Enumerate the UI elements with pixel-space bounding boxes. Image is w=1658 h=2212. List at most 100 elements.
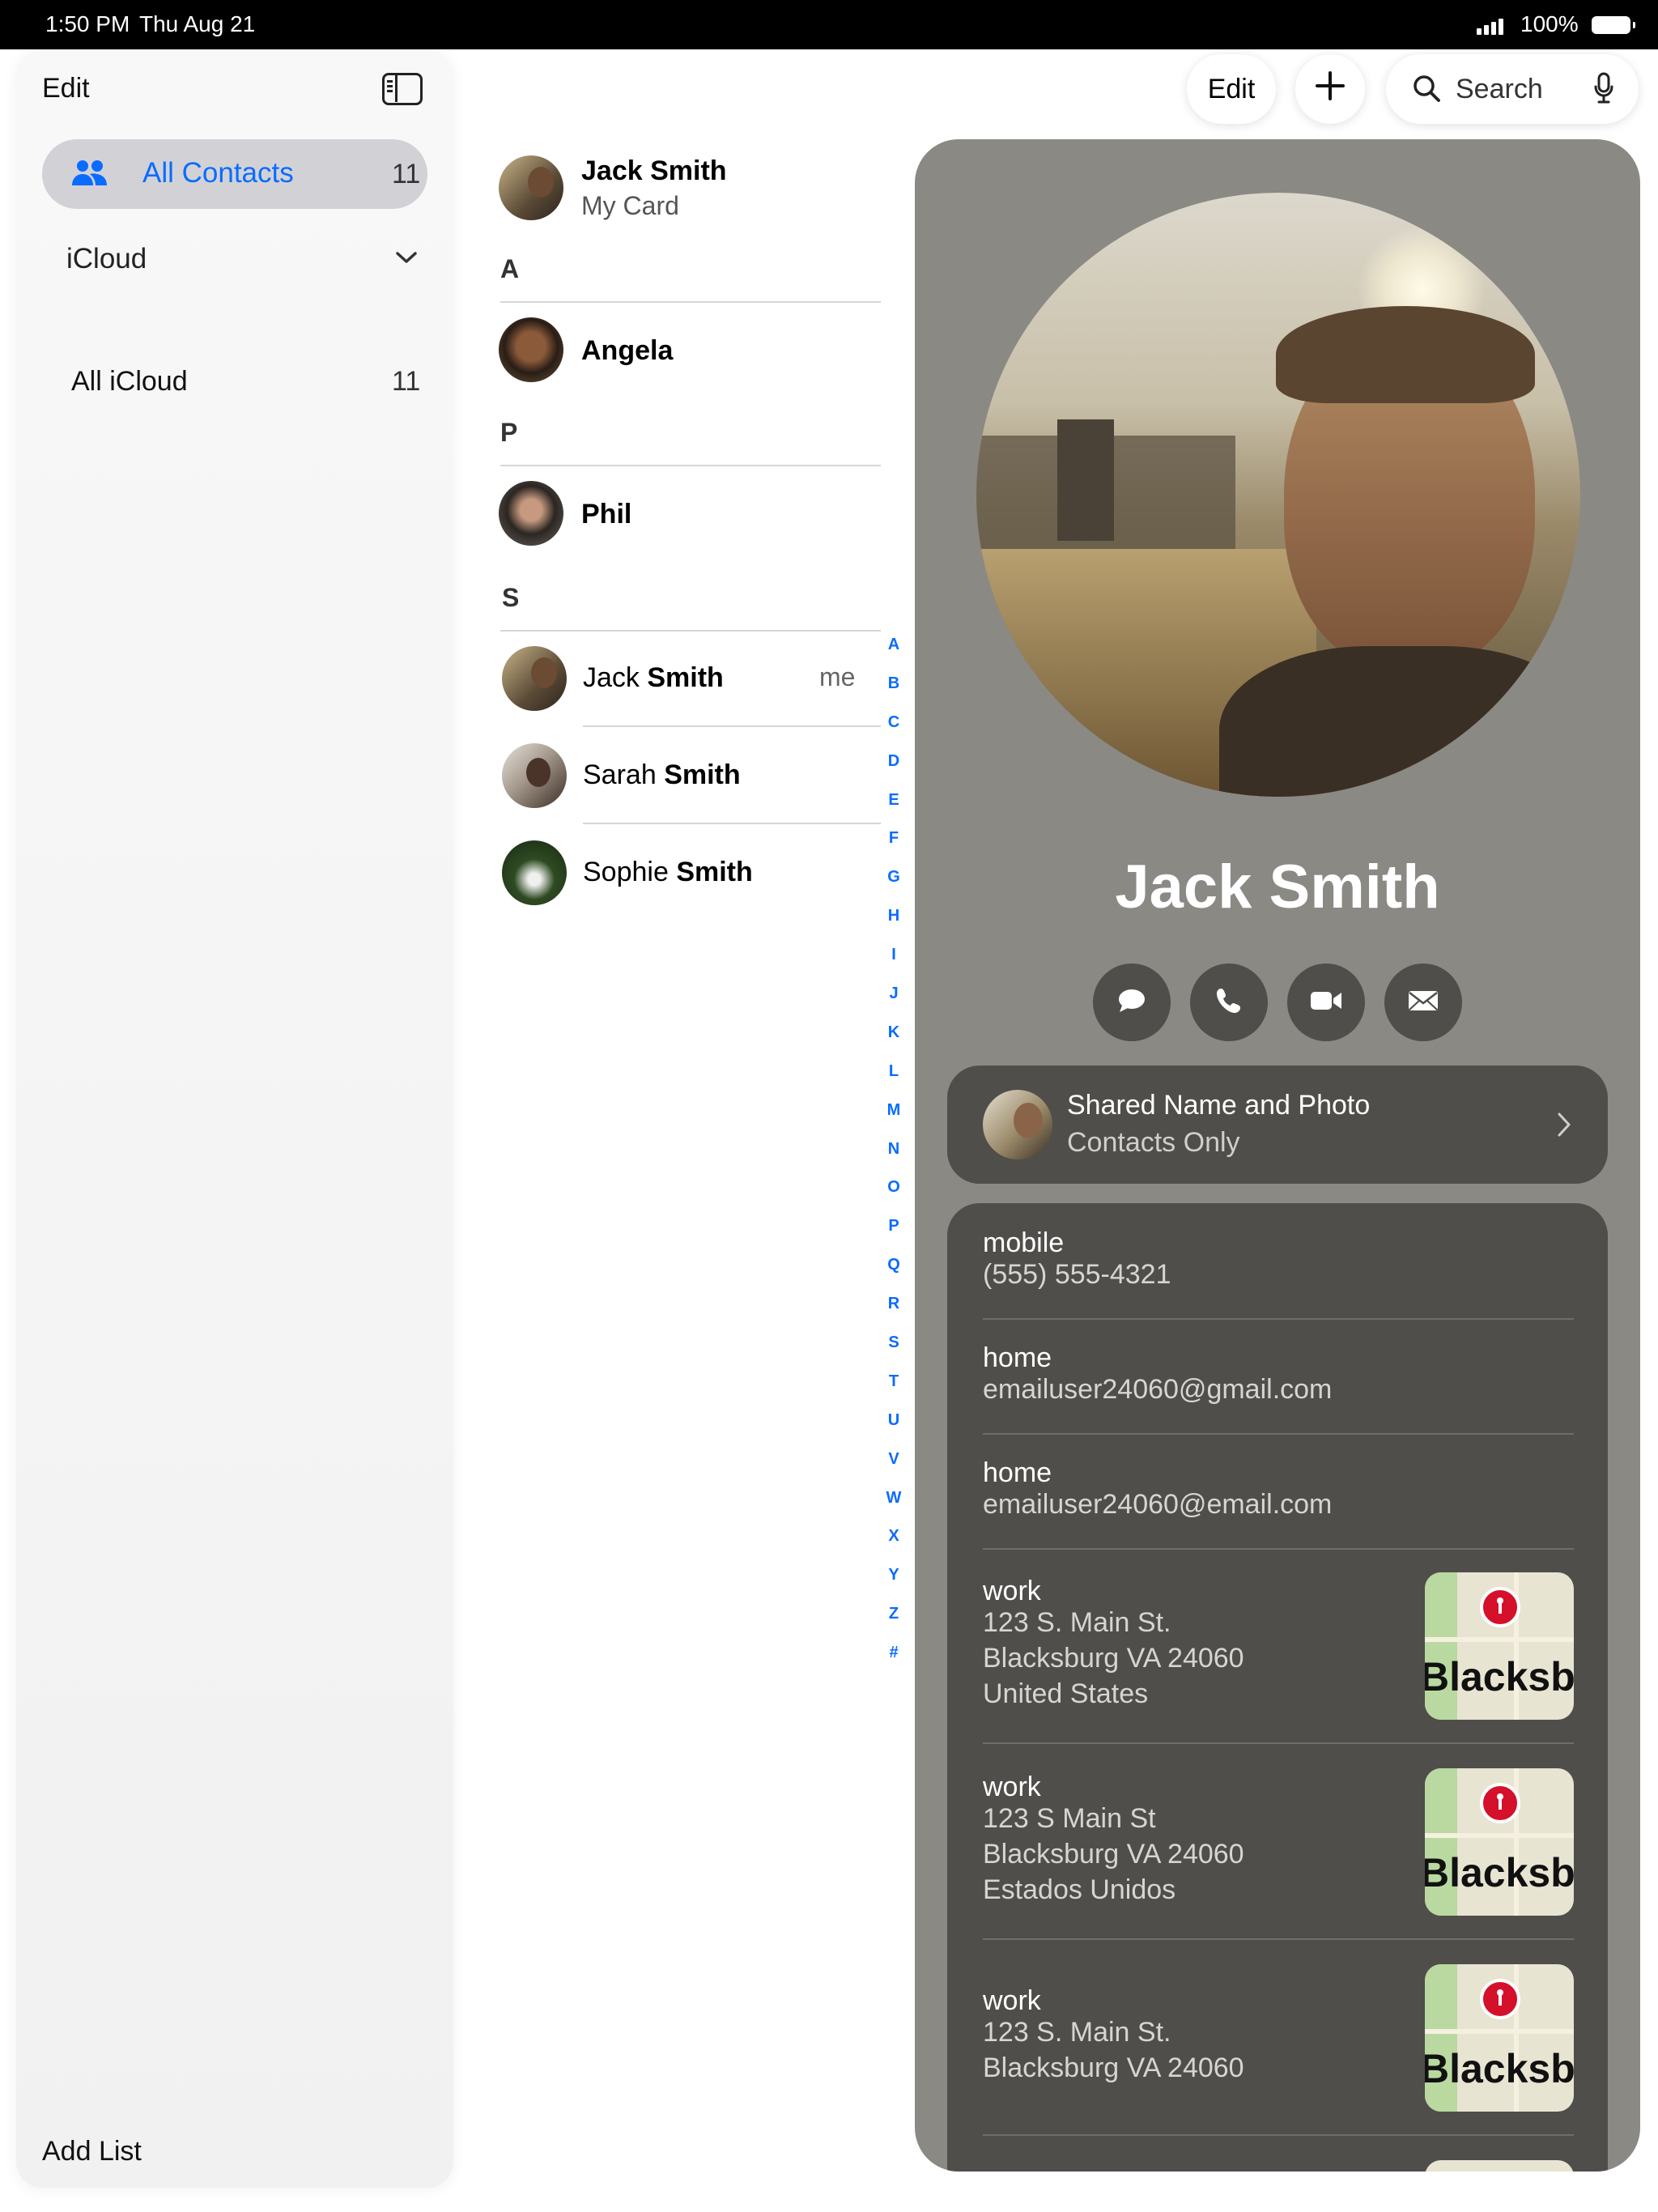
index-letter[interactable]: G	[886, 869, 902, 908]
avatar	[499, 481, 563, 546]
index-letter[interactable]: B	[886, 675, 902, 714]
index-letter[interactable]: Y	[886, 1567, 902, 1606]
divider	[983, 1742, 1574, 1744]
sidebar-item-count: 11	[392, 366, 421, 397]
index-letter[interactable]: J	[886, 985, 902, 1024]
divider	[983, 1548, 1574, 1550]
field-label: home	[983, 1342, 1052, 1373]
index-letter[interactable]: D	[886, 753, 902, 792]
my-card-subtitle: My Card	[581, 191, 679, 220]
call-button[interactable]	[1190, 963, 1268, 1041]
phone-icon	[1214, 986, 1244, 1019]
map-thumbnail[interactable]: Blacksburg	[1425, 1964, 1574, 2112]
shared-title: Shared Name and Photo	[1067, 1090, 1371, 1121]
video-button[interactable]	[1287, 963, 1365, 1041]
sidebar-item-label: All iCloud	[71, 366, 188, 397]
sidebar-item-label: All Contacts	[142, 157, 294, 189]
sidebar-icon[interactable]	[382, 73, 423, 105]
address-line: Blacksburg VA 24060	[983, 1643, 1244, 1674]
contact-photo[interactable]	[976, 193, 1580, 797]
address-line: 123 S. Main St.	[983, 2017, 1171, 2048]
address-line: Estados Unidos	[983, 1874, 1176, 1905]
my-card-name: Jack Smith	[581, 155, 727, 186]
address-line: 123 S. Main St.	[983, 1607, 1171, 1638]
index-letter[interactable]: X	[886, 1528, 902, 1567]
email-value[interactable]: emailuser24060@email.com	[983, 1487, 1332, 1522]
field-label: home	[983, 1457, 1052, 1488]
divider	[500, 301, 881, 303]
avatar	[499, 317, 563, 382]
battery-icon	[1592, 16, 1635, 34]
index-letter[interactable]: L	[886, 1063, 902, 1102]
divider	[583, 823, 881, 824]
map-thumbnail[interactable]: Blacksburg	[1425, 1572, 1574, 1720]
index-letter[interactable]: M	[886, 1102, 902, 1141]
index-letter[interactable]: A	[886, 636, 902, 675]
sidebar-edit-button[interactable]: Edit	[42, 73, 90, 104]
section-index[interactable]: A B C D E F G H I J K L M N O P Q R S T …	[886, 636, 902, 1683]
avatar	[502, 646, 567, 711]
avatar	[983, 1090, 1052, 1159]
divider	[983, 1433, 1574, 1435]
index-letter[interactable]: V	[886, 1451, 902, 1490]
map-thumbnail[interactable]: Blacksburg	[1425, 1768, 1574, 1916]
index-letter[interactable]: Z	[886, 1606, 902, 1644]
divider	[583, 725, 881, 727]
index-letter[interactable]: P	[886, 1218, 902, 1257]
person-2-icon	[71, 159, 108, 192]
divider	[983, 2134, 1574, 2136]
avatar	[499, 155, 563, 220]
mic-icon[interactable]	[1593, 72, 1614, 112]
add-list-button[interactable]: Add List	[42, 2136, 142, 2167]
map-label: Blacksburg	[1425, 1850, 1574, 1895]
search-bar[interactable]: Search	[1386, 54, 1639, 124]
search-icon	[1412, 74, 1441, 110]
address-line: Blacksburg VA 24060	[983, 1839, 1244, 1870]
divider	[983, 1938, 1574, 1940]
map-pin-icon	[1480, 1587, 1520, 1627]
index-letter[interactable]: Q	[886, 1257, 902, 1295]
index-letter[interactable]: S	[886, 1334, 902, 1373]
status-time: 1:50 PM	[45, 11, 130, 36]
search-input[interactable]: Search	[1456, 74, 1543, 105]
index-letter[interactable]: W	[886, 1490, 902, 1529]
email-value[interactable]: emailuser24060@gmail.com	[983, 1372, 1332, 1407]
divider	[500, 630, 881, 632]
edit-button[interactable]: Edit	[1187, 54, 1276, 124]
index-letter[interactable]: T	[886, 1373, 902, 1412]
signal-icon	[1473, 0, 1506, 49]
index-letter[interactable]: F	[886, 830, 902, 869]
index-letter[interactable]: O	[886, 1179, 902, 1218]
phone-value[interactable]: (555) 555-4321	[983, 1257, 1171, 1292]
index-letter[interactable]: N	[886, 1141, 902, 1180]
index-letter[interactable]: R	[886, 1295, 902, 1334]
video-icon	[1309, 989, 1343, 1016]
sidebar-group-icloud[interactable]: iCloud	[66, 243, 423, 283]
sidebar-item-all-icloud[interactable]: All iCloud 11	[42, 348, 427, 397]
shared-name-photo-row[interactable]: Shared Name and Photo Contacts Only	[947, 1066, 1608, 1184]
address-line: 123 S Main St	[983, 1803, 1156, 1834]
map-label: Blacksburg	[1425, 1654, 1574, 1699]
add-contact-button[interactable]	[1295, 54, 1365, 124]
contact-name: Sarah Smith	[583, 759, 741, 790]
sidebar: Edit All Contacts 11 iCloud All iCloud 1…	[16, 50, 453, 2188]
sidebar-group-label: iCloud	[66, 243, 147, 274]
message-button[interactable]	[1093, 963, 1171, 1041]
index-letter[interactable]: K	[886, 1024, 902, 1063]
index-letter[interactable]: U	[886, 1412, 902, 1451]
index-letter[interactable]: C	[886, 714, 902, 753]
index-letter[interactable]: H	[886, 908, 902, 946]
sidebar-item-all-contacts[interactable]: All Contacts 11	[42, 139, 427, 209]
sidebar-item-count: 11	[392, 159, 421, 189]
map-thumbnail[interactable]	[1425, 2160, 1574, 2172]
index-letter[interactable]: I	[886, 946, 902, 985]
contact-detail: Jack Smith Shared Name and Photo Contact…	[915, 139, 1640, 2172]
shared-subtitle: Contacts Only	[1067, 1127, 1240, 1158]
index-letter[interactable]: E	[886, 792, 902, 831]
index-letter[interactable]: #	[886, 1644, 902, 1683]
avatar	[502, 840, 567, 905]
field-label: mobile	[983, 1227, 1065, 1258]
section-header-a: A	[500, 254, 520, 283]
mail-button[interactable]	[1384, 963, 1462, 1041]
chevron-right-icon	[1556, 1111, 1572, 1142]
